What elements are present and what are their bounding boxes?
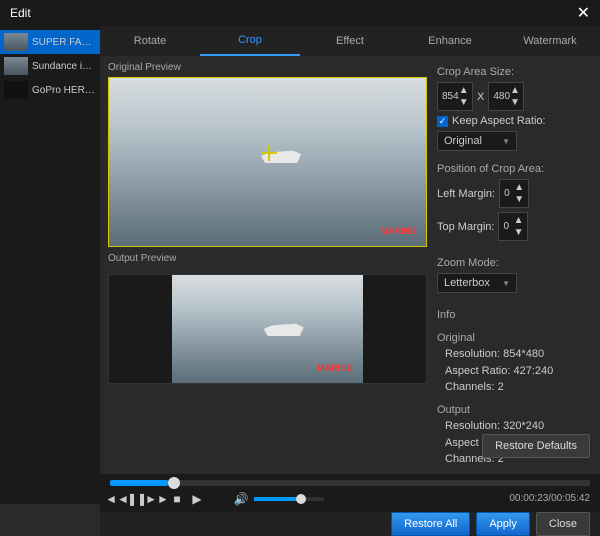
tab-enhance[interactable]: Enhance (400, 27, 500, 55)
original-preview-label: Original Preview (108, 62, 427, 73)
clip-sidebar: SUPER FAST st... Sundance in 4... GoPro … (0, 26, 100, 504)
clip-name: GoPro HERO3... (32, 85, 96, 96)
clip-name: SUPER FAST st... (32, 37, 96, 48)
clip-item[interactable]: GoPro HERO3... (0, 78, 100, 102)
timeline-slider[interactable] (110, 480, 590, 486)
zoom-mode-select[interactable]: Letterbox▼ (437, 273, 517, 293)
next-frame-icon[interactable]: ►► (150, 492, 164, 506)
left-margin-input[interactable]: 0▲▼ (499, 179, 529, 208)
clip-thumb (4, 33, 28, 51)
tab-rotate[interactable]: Rotate (100, 27, 200, 55)
x-label: X (477, 91, 484, 103)
volume-slider[interactable] (254, 497, 324, 501)
volume-icon[interactable]: 🔊 (234, 492, 248, 506)
restore-defaults-button[interactable]: Restore Defaults (482, 434, 590, 458)
crop-size-label: Crop Area Size: (437, 66, 592, 78)
apply-button[interactable]: Apply (476, 512, 530, 536)
crop-height-input[interactable]: 480▲▼ (488, 82, 524, 111)
left-margin-label: Left Margin: (437, 188, 495, 200)
prev-frame-icon[interactable]: ◄◄ (110, 492, 124, 506)
window-title: Edit (10, 6, 31, 20)
stop-icon[interactable]: ■ (170, 492, 184, 506)
original-preview[interactable]: MARINE (108, 77, 427, 247)
tab-watermark[interactable]: Watermark (500, 27, 600, 55)
zoom-mode-label: Zoom Mode: (437, 257, 592, 269)
chevron-down-icon: ▼ (502, 279, 510, 288)
time-display: 00:00:23/00:05:42 (509, 493, 590, 504)
chevron-down-icon: ▼ (502, 137, 510, 146)
close-button[interactable]: Close (536, 512, 590, 536)
position-label: Position of Crop Area: (437, 163, 592, 175)
keep-aspect-checkbox[interactable]: ✓ (437, 116, 448, 127)
clip-thumb (4, 57, 28, 75)
output-preview-label: Output Preview (108, 253, 427, 264)
clip-item[interactable]: SUPER FAST st... (0, 30, 100, 54)
keep-aspect-label: Keep Aspect Ratio: (452, 115, 546, 127)
boat-graphic (261, 145, 301, 163)
tab-effect[interactable]: Effect (300, 27, 400, 55)
tab-bar: Rotate Crop Effect Enhance Watermark (100, 26, 600, 56)
watermark-text: MARINE (381, 226, 417, 236)
clip-thumb (4, 81, 28, 99)
watermark-text: MARINE (317, 363, 353, 373)
close-icon[interactable]: ✕ (577, 3, 590, 23)
tab-crop[interactable]: Crop (200, 26, 300, 56)
restore-all-button[interactable]: Restore All (391, 512, 470, 536)
boat-graphic (264, 318, 304, 336)
output-preview: MARINE (108, 274, 427, 384)
clip-name: Sundance in 4... (32, 61, 96, 72)
aspect-select[interactable]: Original▼ (437, 131, 517, 151)
play-icon[interactable]: ▶ (190, 492, 204, 506)
pause-icon[interactable]: ❚❚ (130, 492, 144, 506)
top-margin-label: Top Margin: (437, 221, 494, 233)
top-margin-input[interactable]: 0▲▼ (498, 212, 528, 241)
crop-width-input[interactable]: 854▲▼ (437, 82, 473, 111)
clip-item[interactable]: Sundance in 4... (0, 54, 100, 78)
timeline-handle[interactable] (168, 477, 180, 489)
